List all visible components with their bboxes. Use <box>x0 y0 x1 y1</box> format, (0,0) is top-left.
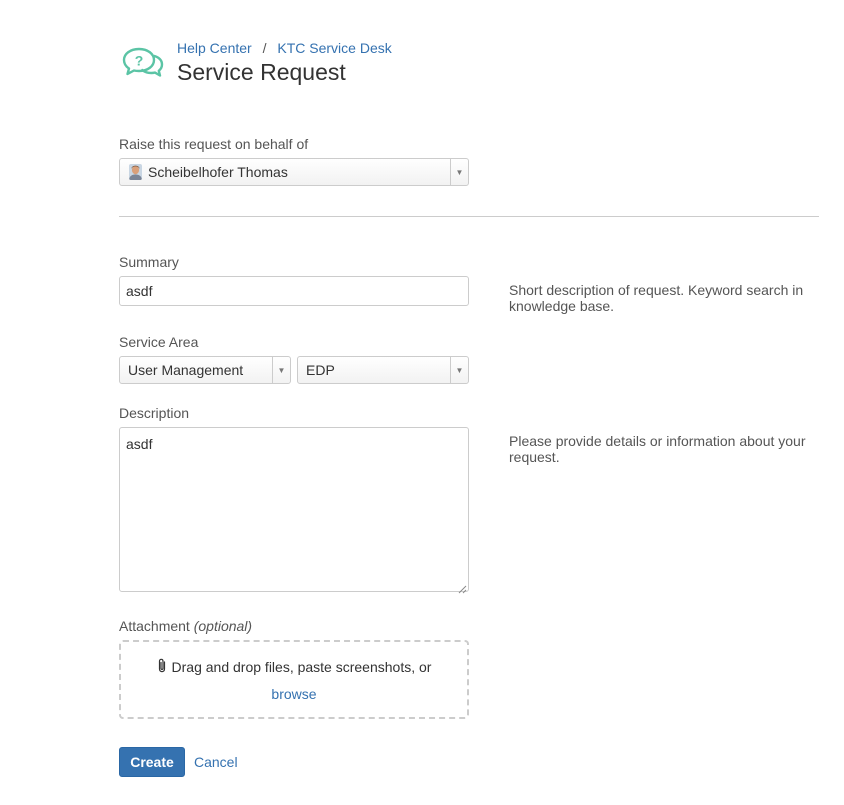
service-area-value: User Management <box>128 362 244 378</box>
breadcrumb-separator: / <box>262 40 267 56</box>
breadcrumb-service-desk-link[interactable]: KTC Service Desk <box>277 40 391 56</box>
chevron-down-icon[interactable]: ▼ <box>450 357 468 383</box>
paperclip-icon <box>157 658 167 676</box>
attachment-label: Attachment (optional) <box>119 618 252 634</box>
on-behalf-label: Raise this request on behalf of <box>119 136 309 152</box>
resize-handle-icon[interactable] <box>458 581 467 594</box>
description-label: Description <box>119 405 190 421</box>
on-behalf-value: Scheibelhofer Thomas <box>148 164 288 180</box>
dropzone-text: Drag and drop files, paste screenshots, … <box>171 659 432 675</box>
service-area-subselect[interactable]: EDP ▼ <box>297 356 469 384</box>
description-help-text: Please provide details or information ab… <box>509 433 806 465</box>
create-button[interactable]: Create <box>119 747 185 777</box>
browse-link[interactable]: browse <box>121 686 467 702</box>
dropzone-text-row: Drag and drop files, paste screenshots, … <box>121 658 467 676</box>
chevron-down-icon[interactable]: ▼ <box>450 159 468 185</box>
section-divider <box>119 216 819 217</box>
service-area-select[interactable]: User Management ▼ <box>119 356 291 384</box>
description-textarea[interactable]: asdf <box>119 427 469 592</box>
attachment-dropzone[interactable]: Drag and drop files, paste screenshots, … <box>119 640 469 719</box>
chevron-down-icon[interactable]: ▼ <box>272 357 290 383</box>
cancel-link[interactable]: Cancel <box>194 754 238 770</box>
on-behalf-select[interactable]: Scheibelhofer Thomas ▼ <box>119 158 469 186</box>
description-wrapper: asdf <box>119 427 469 594</box>
svg-text:?: ? <box>135 53 144 69</box>
summary-input[interactable] <box>119 276 469 306</box>
breadcrumb-help-center-link[interactable]: Help Center <box>177 40 252 56</box>
attachment-optional-text: (optional) <box>193 618 253 634</box>
attachment-label-text: Attachment <box>119 618 190 634</box>
service-area-label: Service Area <box>119 334 199 350</box>
page-title: Service Request <box>177 59 346 85</box>
summary-label: Summary <box>119 254 179 270</box>
service-area-subvalue: EDP <box>306 362 335 378</box>
breadcrumb: Help Center / KTC Service Desk <box>177 40 392 56</box>
summary-help-text: Short description of request. Keyword se… <box>509 282 804 314</box>
help-center-logo-icon: ? <box>122 45 164 81</box>
